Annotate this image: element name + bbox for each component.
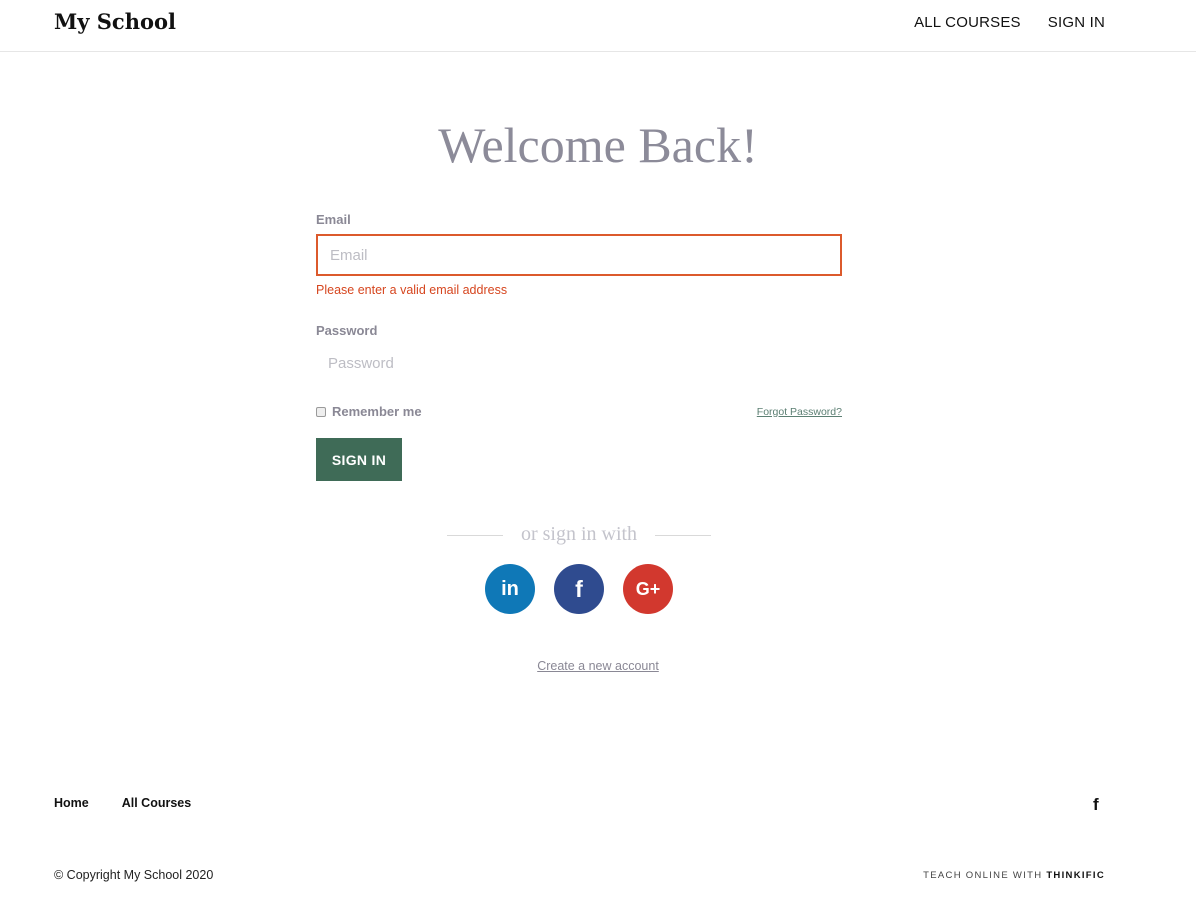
facebook-icon: f (575, 575, 583, 602)
footer-link-home[interactable]: Home (54, 796, 89, 810)
remember-me-label[interactable]: Remember me (332, 404, 422, 419)
brand-logo[interactable]: My School (54, 9, 176, 34)
or-divider: or sign in with (447, 523, 711, 547)
remember-me: Remember me (316, 404, 422, 419)
nav-all-courses[interactable]: ALL COURSES (914, 14, 1021, 31)
thinkific-brand: THINKIFIC (1046, 870, 1105, 881)
forgot-password-link[interactable]: Forgot Password? (757, 406, 842, 418)
nav-sign-in[interactable]: SIGN IN (1048, 14, 1105, 31)
page-title: Welcome Back! (438, 117, 758, 173)
thinkific-credit[interactable]: TEACH ONLINE WITH THINKIFIC (923, 870, 1105, 881)
email-label: Email (316, 212, 351, 227)
remember-row: Remember me Forgot Password? (316, 404, 842, 419)
facebook-sign-in-button[interactable]: f (554, 564, 604, 614)
email-field[interactable] (316, 234, 842, 276)
password-label: Password (316, 323, 378, 338)
email-error-message: Please enter a valid email address (316, 283, 508, 297)
sign-in-form: Email Please enter a valid email address… (316, 212, 842, 481)
top-nav: ALL COURSES SIGN IN (914, 14, 1105, 31)
password-field[interactable] (316, 342, 842, 384)
create-account-link[interactable]: Create a new account (0, 659, 1196, 673)
linkedin-icon: in (501, 577, 519, 600)
teach-online-text: TEACH ONLINE WITH (923, 870, 1043, 881)
divider-line-right (655, 535, 711, 536)
sign-in-button[interactable]: SIGN IN (316, 438, 402, 481)
social-sign-in-buttons: in f G+ (485, 564, 673, 614)
remember-me-checkbox[interactable] (316, 406, 326, 417)
copyright-text: © Copyright My School 2020 (54, 868, 214, 882)
google-plus-icon: G+ (635, 578, 661, 599)
footer-facebook-icon[interactable]: f (1093, 795, 1099, 815)
footer-nav: Home All Courses (54, 796, 191, 810)
google-plus-sign-in-button[interactable]: G+ (623, 564, 673, 614)
linkedin-sign-in-button[interactable]: in (485, 564, 535, 614)
top-header: My School ALL COURSES SIGN IN (0, 0, 1196, 52)
footer-link-all-courses[interactable]: All Courses (122, 796, 191, 810)
